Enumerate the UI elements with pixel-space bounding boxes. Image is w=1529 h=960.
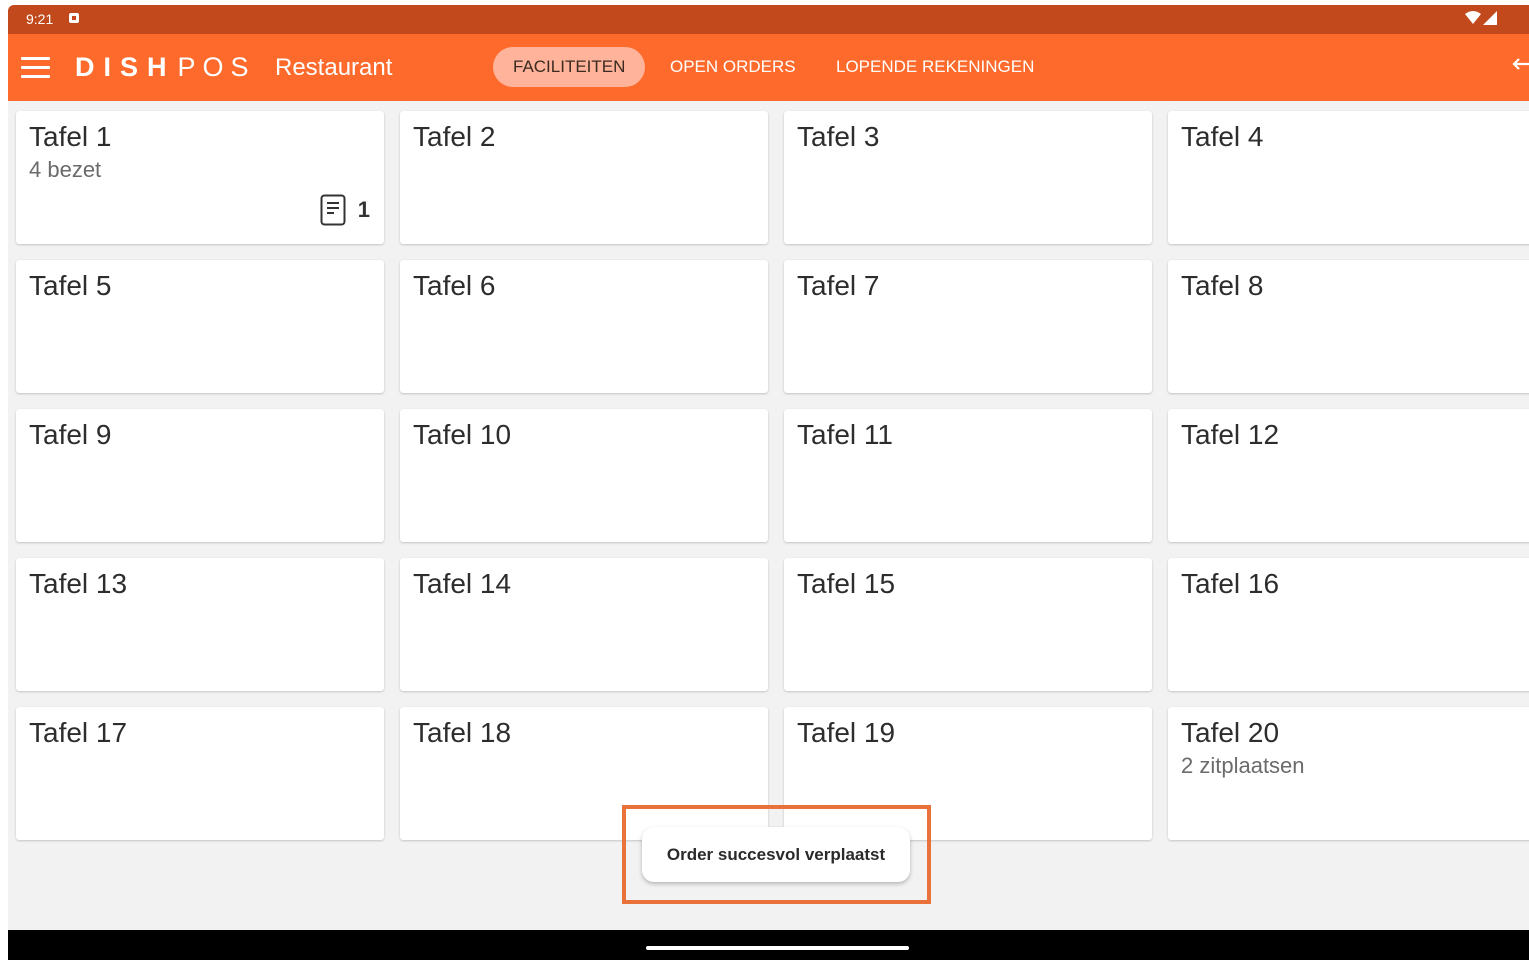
table-name: Tafel 15 (797, 568, 896, 599)
table-card[interactable]: Tafel 4 (1168, 111, 1529, 244)
device-screen: 9:21 DISHPOS Restaurant FACILITEITEN OPE… (8, 5, 1529, 960)
table-name: Tafel 5 (29, 270, 112, 301)
toast-message: Order succesvol verplaatst (642, 827, 910, 882)
tab-faciliteiten[interactable]: FACILITEITEN (493, 47, 646, 87)
table-card[interactable]: Tafel 5 (16, 260, 384, 393)
order-indicator: 1 (320, 194, 370, 226)
wifi-icon (1465, 11, 1481, 24)
table-card[interactable]: Tafel 7 (784, 260, 1152, 393)
table-status: 2 zitplaatsen (1181, 753, 1305, 778)
table-name: Tafel 12 (1181, 419, 1280, 450)
table-name: Tafel 7 (797, 270, 880, 301)
table-name: Tafel 14 (413, 568, 512, 599)
logout-icon[interactable] (1509, 56, 1529, 78)
receipt-icon (320, 194, 346, 226)
status-bar: 9:21 (8, 5, 1529, 34)
table-card[interactable]: Tafel 12 (1168, 409, 1529, 542)
table-card[interactable]: Tafel 20 2 zitplaatsen (1168, 707, 1529, 840)
home-handle[interactable] (646, 946, 909, 950)
table-card[interactable]: Tafel 1 4 bezet 1 (16, 111, 384, 244)
app-bar: DISHPOS Restaurant FACILITEITEN OPEN ORD… (8, 34, 1529, 101)
table-name: Tafel 2 (413, 121, 496, 152)
table-name: Tafel 3 (797, 121, 880, 152)
table-card[interactable]: Tafel 10 (400, 409, 768, 542)
table-name: Tafel 20 (1181, 717, 1280, 748)
notification-icon (69, 13, 79, 23)
table-name: Tafel 10 (413, 419, 512, 450)
table-name: Tafel 18 (413, 717, 512, 748)
brand-dish: DISH (75, 52, 176, 82)
table-card[interactable]: Tafel 3 (784, 111, 1152, 244)
table-name: Tafel 11 (797, 419, 893, 450)
menu-icon[interactable] (21, 57, 50, 78)
signal-icon (1483, 11, 1497, 25)
table-card[interactable]: Tafel 15 (784, 558, 1152, 691)
table-name: Tafel 9 (29, 419, 112, 450)
table-card[interactable]: Tafel 17 (16, 707, 384, 840)
status-time: 9:21 (26, 11, 54, 27)
tab-open-orders[interactable]: OPEN ORDERS (670, 47, 796, 87)
table-card[interactable]: Tafel 2 (400, 111, 768, 244)
table-name: Tafel 1 (29, 121, 112, 152)
navigation-bar (8, 930, 1529, 960)
table-card[interactable]: Tafel 13 (16, 558, 384, 691)
table-name: Tafel 16 (1181, 568, 1280, 599)
table-card[interactable]: Tafel 8 (1168, 260, 1529, 393)
table-card[interactable]: Tafel 14 (400, 558, 768, 691)
brand-logo: DISHPOS (75, 52, 256, 83)
order-count: 1 (357, 197, 370, 222)
table-name: Tafel 8 (1181, 270, 1264, 301)
table-name: Tafel 19 (797, 717, 896, 748)
brand-pos: POS (177, 52, 256, 82)
table-name: Tafel 13 (29, 568, 128, 599)
table-name: Tafel 4 (1181, 121, 1264, 152)
app-subtitle: Restaurant (275, 54, 393, 81)
table-status: 4 bezet (29, 157, 102, 182)
tab-lopende-rekeningen[interactable]: LOPENDE REKENINGEN (836, 47, 1034, 87)
table-name: Tafel 17 (29, 717, 128, 748)
table-card[interactable]: Tafel 6 (400, 260, 768, 393)
table-card[interactable]: Tafel 9 (16, 409, 384, 542)
table-card[interactable]: Tafel 11 (784, 409, 1152, 542)
table-name: Tafel 6 (413, 270, 496, 301)
status-indicators (1465, 11, 1497, 25)
table-card[interactable]: Tafel 16 (1168, 558, 1529, 691)
